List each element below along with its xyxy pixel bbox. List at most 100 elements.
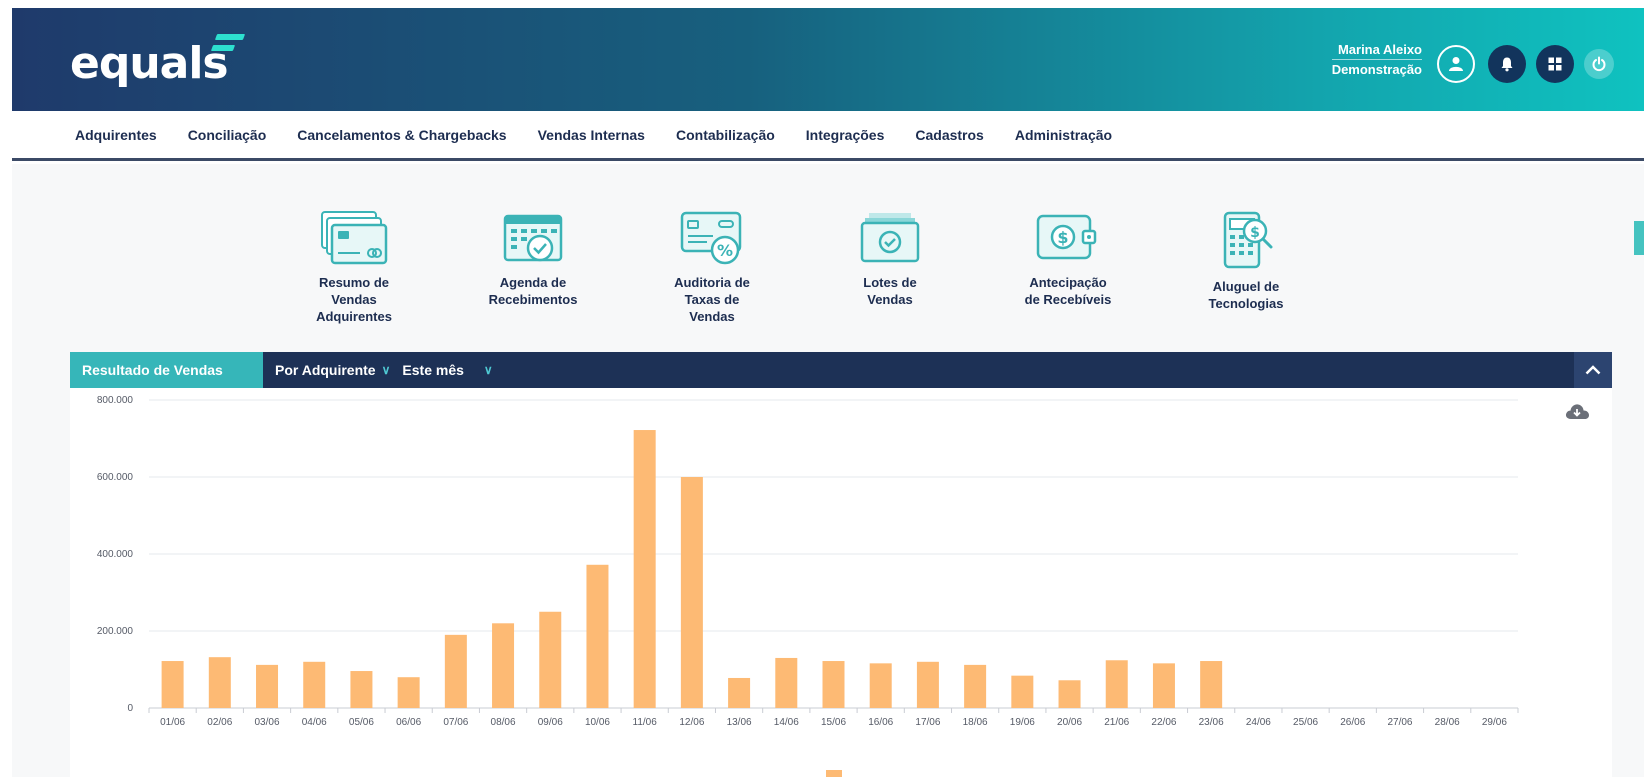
x-tick-label: 28/06 xyxy=(1435,717,1460,728)
user-icon xyxy=(1449,57,1463,71)
x-tick-label: 24/06 xyxy=(1246,717,1271,728)
y-tick-label: 0 xyxy=(127,703,133,714)
user-name: Marina Aleixo xyxy=(1337,42,1422,57)
x-tick-label: 03/06 xyxy=(255,717,280,728)
bar xyxy=(492,623,515,708)
y-tick-label: 600.000 xyxy=(97,472,134,483)
bar xyxy=(444,634,467,708)
x-tick-label: 02/06 xyxy=(207,717,232,728)
notifications-button[interactable] xyxy=(1488,45,1526,83)
period-filter-dropdown[interactable]: Este mês ∨ xyxy=(402,362,492,378)
panel-title-tab[interactable]: Resultado de Vendas xyxy=(70,352,263,388)
bar xyxy=(161,661,184,708)
panel-toolbar: Resultado de Vendas Por Adquirente ∨ Est… xyxy=(70,352,1612,388)
x-tick-label: 18/06 xyxy=(963,717,988,728)
sales-bar-chart: 0 200.000 400.000 600.000 800.000 01/06 02/06 0… xyxy=(97,395,1519,728)
nav-item-vendas-internas[interactable]: Vendas Internas xyxy=(538,127,645,143)
acquirer-filter-label: Por Adquirente xyxy=(275,362,376,378)
shortcut-label: Aluguel de Tecnologias xyxy=(1208,279,1284,311)
bar xyxy=(728,677,751,708)
svg-text:$: $ xyxy=(1057,228,1068,247)
card-percent-icon: % xyxy=(680,211,742,265)
x-tick-label: 06/06 xyxy=(396,717,421,728)
svg-text:%: % xyxy=(717,241,733,260)
bar xyxy=(303,661,326,708)
nav-item-cancelamentos[interactable]: Cancelamentos & Chargebacks xyxy=(297,127,506,143)
pos-terminal-icon: $ xyxy=(1223,211,1273,269)
bar xyxy=(633,430,656,708)
bar xyxy=(350,671,373,708)
shortcut-label: Lotes de Vendas xyxy=(863,275,917,307)
x-tick-label: 16/06 xyxy=(868,717,893,728)
bar xyxy=(256,664,279,708)
logout-button[interactable] xyxy=(1584,49,1614,79)
nav-item-contabilizacao[interactable]: Contabilização xyxy=(676,127,775,143)
user-info[interactable]: Marina Aleixo Demonstração xyxy=(1331,42,1422,77)
stack-check-icon xyxy=(860,213,920,263)
bar xyxy=(539,611,562,708)
side-panel-tab[interactable] xyxy=(1634,221,1644,255)
calendar-check-icon xyxy=(503,214,563,262)
bar xyxy=(916,661,939,708)
shortcut-label: Auditoria de Taxas de Vendas xyxy=(674,275,750,324)
x-tick-label: 26/06 xyxy=(1340,717,1365,728)
nav-item-administracao[interactable]: Administração xyxy=(1015,127,1112,143)
x-tick-label: 04/06 xyxy=(302,717,327,728)
shortcut-label: Agenda de Recebimentos xyxy=(488,275,578,307)
credit-cards-icon xyxy=(321,211,388,265)
period-filter-label: Este mês xyxy=(402,362,464,378)
x-tick-label: 14/06 xyxy=(774,717,799,728)
bar xyxy=(397,677,420,708)
x-tick-label: 08/06 xyxy=(491,717,516,728)
bell-icon xyxy=(1501,57,1513,72)
bar xyxy=(208,657,231,708)
shortcut-antecipacao-recebiveis[interactable]: $ Antecipação de Recebíveis xyxy=(988,210,1148,308)
bar xyxy=(1011,675,1034,708)
nav-item-conciliacao[interactable]: Conciliação xyxy=(188,127,267,143)
bar xyxy=(1105,660,1128,708)
equals-logo[interactable]: equals xyxy=(70,38,229,89)
x-tick-label: 29/06 xyxy=(1482,717,1507,728)
bar xyxy=(680,477,703,708)
x-tick-label: 12/06 xyxy=(679,717,704,728)
nav-item-integracoes[interactable]: Integrações xyxy=(806,127,885,143)
x-tick-label: 27/06 xyxy=(1387,717,1412,728)
x-tick-label: 13/06 xyxy=(727,717,752,728)
chevron-down-icon: ∨ xyxy=(381,363,391,377)
x-tick-label: 10/06 xyxy=(585,717,610,728)
bar xyxy=(1152,663,1175,708)
bar xyxy=(1200,661,1223,708)
profile-button[interactable] xyxy=(1437,45,1475,83)
acquirer-filter-dropdown[interactable]: Por Adquirente ∨ xyxy=(275,362,390,378)
nav-item-adquirentes[interactable]: Adquirentes xyxy=(75,127,157,143)
bar xyxy=(869,663,892,708)
shortcut-lotes-vendas[interactable]: Lotes de Vendas xyxy=(810,210,970,308)
shortcut-auditoria-taxas[interactable]: % Auditoria de Taxas de Vendas xyxy=(632,210,792,325)
bar xyxy=(822,661,845,708)
svg-text:$: $ xyxy=(1250,225,1260,241)
x-tick-label: 11/06 xyxy=(633,717,658,728)
grid-icon xyxy=(1548,57,1562,71)
shortcut-agenda-recebimentos[interactable]: Agenda de Recebimentos xyxy=(453,210,613,308)
x-tick-label: 19/06 xyxy=(1010,717,1035,728)
x-tick-label: 20/06 xyxy=(1057,717,1082,728)
chevron-up-icon xyxy=(1585,365,1601,375)
apps-button[interactable] xyxy=(1536,45,1574,83)
nav-item-cadastros[interactable]: Cadastros xyxy=(915,127,983,143)
x-tick-label: 05/06 xyxy=(349,717,374,728)
shortcut-aluguel-tecnologias[interactable]: $ Aluguel de Tecnologias xyxy=(1166,210,1326,312)
x-tick-label: 01/06 xyxy=(160,717,185,728)
bar xyxy=(775,657,798,708)
x-tick-label: 15/06 xyxy=(821,717,846,728)
y-tick-label: 200.000 xyxy=(97,626,134,637)
x-tick-label: 07/06 xyxy=(443,717,468,728)
collapse-button[interactable] xyxy=(1574,352,1612,388)
x-tick-label: 21/06 xyxy=(1104,717,1129,728)
shortcut-resumo-vendas[interactable]: Resumo de Vendas Adquirentes xyxy=(274,210,434,325)
shortcut-label: Resumo de Vendas Adquirentes xyxy=(316,275,392,324)
main-nav: Adquirentes Conciliação Cancelamentos & … xyxy=(12,111,1644,161)
chevron-down-icon: ∨ xyxy=(483,363,493,377)
sales-result-panel: Resultado de Vendas Por Adquirente ∨ Est… xyxy=(70,352,1612,777)
user-role: Demonstração xyxy=(1331,59,1422,77)
x-tick-label: 22/06 xyxy=(1151,717,1176,728)
